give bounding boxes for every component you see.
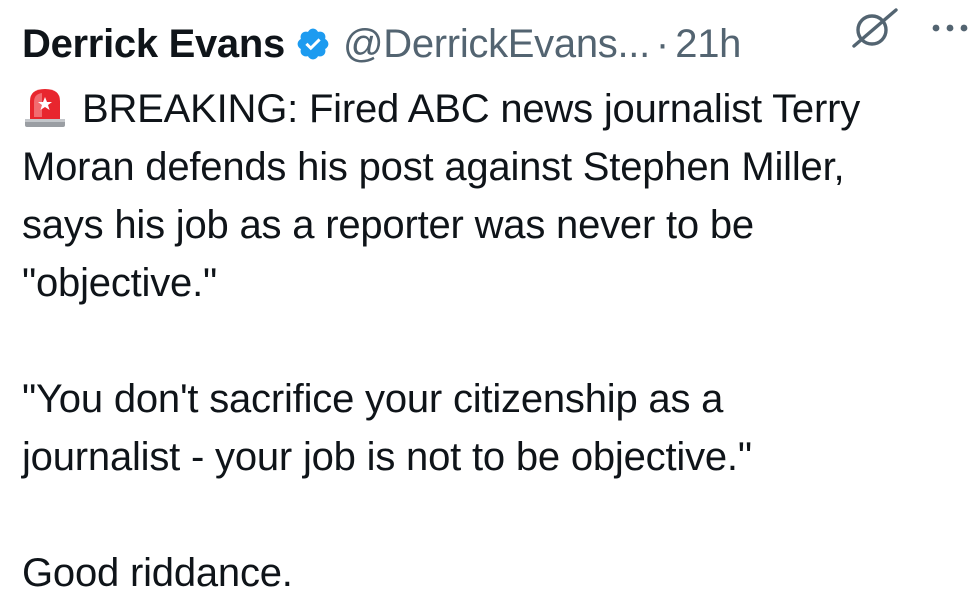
tweet-text-line: [22, 312, 970, 370]
tweet: Derrick Evans @DerrickEvans... · 21h BRE…: [0, 0, 970, 605]
tweet-text-line: "objective.": [22, 261, 217, 305]
more-options-icon[interactable]: [930, 22, 970, 34]
tweet-text-line: says his job as a reporter was never to …: [22, 203, 754, 247]
tweet-text-line: Good riddance.: [22, 551, 293, 595]
tweet-text-line: Moran defends his post against Stephen M…: [22, 145, 845, 189]
timestamp[interactable]: 21h: [675, 22, 741, 67]
tweet-text: BREAKING: Fired ABC news journalist Terr…: [82, 87, 860, 131]
tweet-header: Derrick Evans @DerrickEvans... · 21h: [22, 18, 970, 70]
tweet-text-line: "You don't sacrifice your citizenship as…: [22, 377, 724, 421]
tweet-text-line: journalist - your job is not to be objec…: [22, 435, 752, 479]
separator-dot: ·: [655, 21, 670, 66]
verified-badge-icon[interactable]: [295, 26, 331, 62]
tweet-text-line: [22, 486, 970, 544]
tweet-body: BREAKING: Fired ABC news journalist Terr…: [22, 80, 970, 602]
grok-icon[interactable]: [848, 6, 902, 50]
tweet-text-line: BREAKING: Fired ABC news journalist Terr…: [22, 80, 970, 138]
display-name[interactable]: Derrick Evans: [22, 22, 285, 67]
police-siren-icon: [25, 89, 65, 127]
user-handle[interactable]: @DerrickEvans...: [343, 22, 650, 67]
